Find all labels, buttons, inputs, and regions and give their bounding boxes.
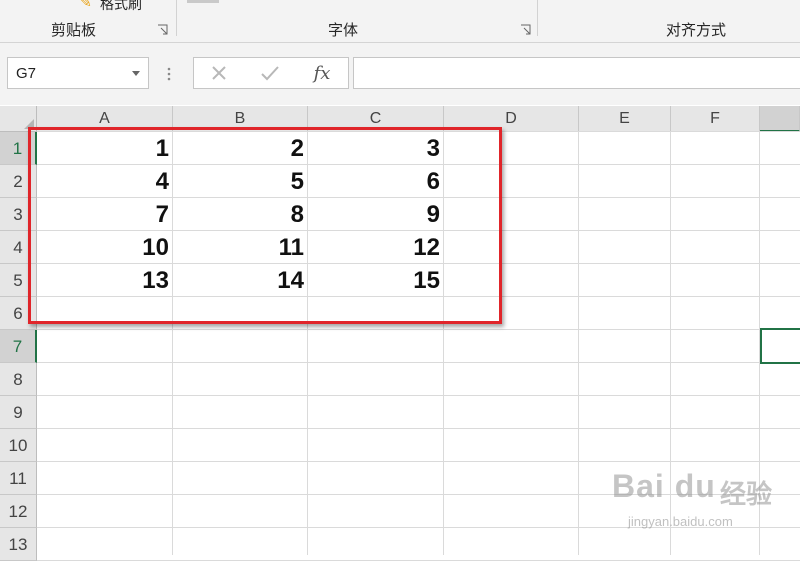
- alignment-group-label: 对齐方式: [666, 22, 727, 39]
- column-header-f[interactable]: F: [671, 106, 760, 132]
- row-gridline: [37, 362, 800, 363]
- watermark: Bai du 经验 jingyan.baidu.com: [612, 460, 792, 545]
- font-launcher-icon[interactable]: [520, 24, 531, 35]
- font-group-label: 字体: [328, 22, 359, 39]
- row-header-9[interactable]: 9: [0, 396, 37, 429]
- formula-buttons: fx: [193, 57, 349, 89]
- clipboard-group-label: 剪贴板: [51, 22, 97, 39]
- row-gridline: [37, 560, 800, 561]
- row-gridline: [37, 329, 800, 330]
- watermark-text: 经验: [720, 479, 773, 509]
- row-gridline: [37, 395, 800, 396]
- ribbon-divider: [537, 0, 538, 36]
- row-header-11[interactable]: 11: [0, 462, 37, 495]
- watermark-url: jingyan.baidu.com: [628, 514, 733, 529]
- font-box-edge: [187, 0, 219, 3]
- fx-icon: fx: [313, 62, 331, 84]
- checkmark-icon: [261, 66, 279, 81]
- format-painter-icon[interactable]: ✎: [80, 0, 92, 11]
- clipboard-launcher-icon[interactable]: [157, 24, 168, 35]
- cancel-button[interactable]: [199, 58, 239, 88]
- highlight-annotation-box: [28, 127, 502, 324]
- insert-function-button[interactable]: fx: [302, 58, 342, 88]
- formula-input[interactable]: [353, 57, 800, 89]
- enter-button[interactable]: [250, 58, 290, 88]
- name-box[interactable]: G7: [7, 57, 149, 89]
- row-header-12[interactable]: 12: [0, 495, 37, 528]
- row-header-13[interactable]: 13: [0, 528, 37, 561]
- row-gridline: [37, 428, 800, 429]
- column-header-e[interactable]: E: [579, 106, 671, 132]
- active-cell-selection[interactable]: [760, 328, 800, 364]
- column-header-g[interactable]: [760, 106, 800, 132]
- row-header-10[interactable]: 10: [0, 429, 37, 462]
- chevron-down-icon[interactable]: [132, 71, 140, 76]
- watermark-logo: Bai du: [612, 468, 716, 504]
- grip-icon[interactable]: [167, 67, 171, 81]
- column-gridline: [578, 132, 579, 555]
- row-header-8[interactable]: 8: [0, 363, 37, 396]
- formula-bar: G7 fx: [0, 43, 800, 105]
- ribbon-divider: [176, 0, 177, 36]
- name-box-value: G7: [16, 65, 37, 82]
- format-painter-label[interactable]: 格式刷: [100, 0, 142, 14]
- close-icon: [212, 66, 226, 80]
- row-header-7[interactable]: 7: [0, 330, 37, 363]
- ribbon: 格式刷 ✎ 剪贴板 字体 对齐方式: [0, 0, 800, 43]
